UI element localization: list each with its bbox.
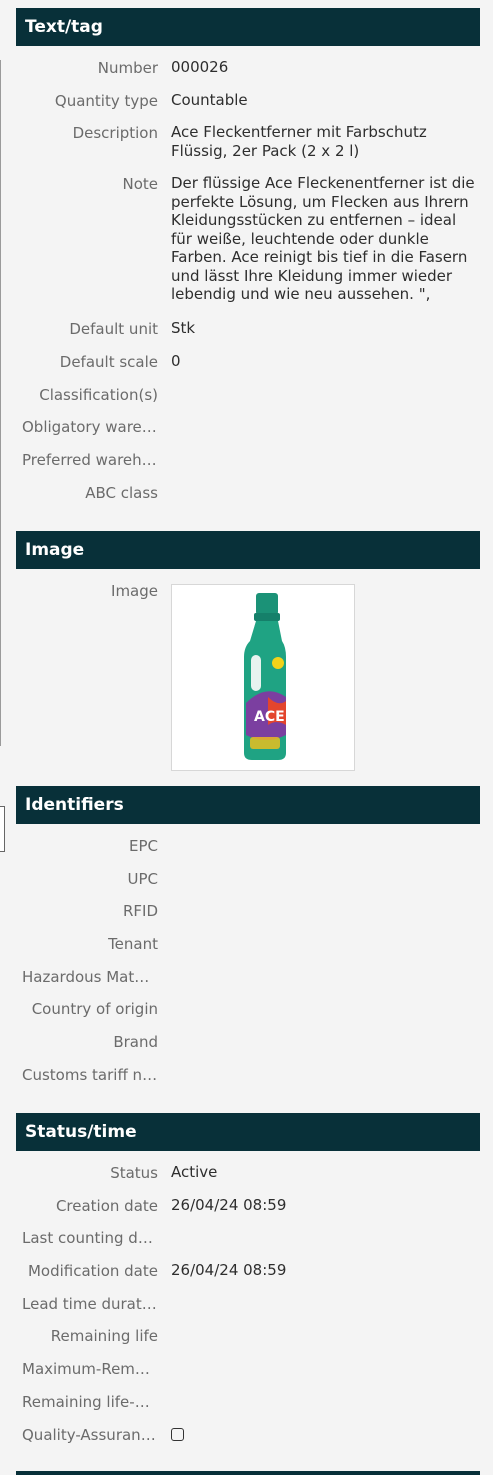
field-number: Number 000026 (16, 52, 480, 85)
field-remaining-life-unit: Remaining life-unit (16, 1386, 480, 1419)
field-label: Image (111, 582, 158, 600)
field-label: Quantity type (54, 91, 158, 110)
field-description: Description Ace Fleckentferner mit Farbs… (16, 117, 480, 168)
section-header-status-time: Status/time (16, 1113, 480, 1151)
field-obligatory-warehouse: Obligatory warehouse (16, 411, 480, 444)
field-default-scale: Default scale 0 (16, 346, 480, 379)
field-label: Default unit (69, 320, 158, 339)
field-label: Note (122, 175, 158, 194)
field-upc: UPC (16, 863, 480, 896)
field-status: Status Active (16, 1157, 480, 1190)
field-value[interactable]: Countable (171, 91, 480, 110)
field-label: EPC (129, 837, 158, 855)
next-section-header (16, 1471, 480, 1475)
field-label: Number (97, 59, 158, 77)
field-label: Customs tariff number (22, 1065, 158, 1084)
product-image[interactable]: ACE (171, 584, 355, 771)
field-label: Status (110, 1164, 158, 1182)
field-label: Last counting date (22, 1229, 158, 1248)
field-label: Maximum-Remaining life (22, 1360, 158, 1379)
field-epc: EPC (16, 830, 480, 863)
field-label: ABC class (85, 483, 158, 502)
field-label: Tenant (108, 935, 158, 954)
field-label: RFID (122, 902, 158, 921)
section-header-text-tag: Text/tag (16, 8, 480, 46)
field-label: Description (72, 124, 158, 143)
field-value (171, 1425, 480, 1446)
field-default-unit: Default unit Stk (16, 313, 480, 346)
field-country-of-origin: Country of origin (16, 993, 480, 1026)
field-value[interactable]: Active (171, 1163, 480, 1182)
field-label: Quality-Assurance (22, 1425, 158, 1444)
detergent-bottle-image: ACE (244, 593, 286, 760)
field-value[interactable]: 0 (171, 352, 480, 371)
field-value[interactable]: Ace Fleckentferner mit Farbschutz Flüssi… (171, 123, 480, 160)
field-label: Remaining life-unit (22, 1392, 158, 1411)
identifiers-section: Identifiers EPC UPC RFID Tenant Hazardou… (16, 786, 480, 1092)
field-label: UPC (127, 869, 159, 888)
field-value[interactable]: 26/04/24 08:59 (171, 1196, 480, 1215)
field-label: Obligatory warehouse (22, 418, 158, 437)
field-last-counting-date: Last counting date (16, 1222, 480, 1255)
field-label: Preferred warehouse (22, 451, 158, 470)
field-label: Creation date (55, 1196, 158, 1215)
status-time-section: Status/time Status Active Creation date … (16, 1113, 480, 1451)
field-maximum-remaining-life: Maximum-Remaining life (16, 1353, 480, 1386)
field-label: Classification(s) (39, 385, 158, 404)
image-section: Image Image ACE (16, 531, 480, 771)
field-customs-tariff: Customs tariff number (16, 1059, 480, 1092)
field-abc-class: ABC class (16, 477, 480, 510)
field-label: Lead time duration (22, 1294, 158, 1313)
field-classifications: Classification(s) (16, 379, 480, 412)
left-panel-edge (0, 60, 1, 746)
field-lead-time-duration: Lead time duration (16, 1288, 480, 1321)
field-remaining-life: Remaining life (16, 1320, 480, 1353)
field-modification-date: Modification date 26/04/24 08:59 (16, 1255, 480, 1288)
field-note: Note Der flüssige Ace Fleckenentferner i… (16, 168, 480, 313)
field-tenant: Tenant (16, 928, 480, 961)
section-header-identifiers: Identifiers (16, 786, 480, 824)
field-value[interactable]: Der flüssige Ace Fleckenentferner ist di… (171, 174, 480, 304)
field-value[interactable]: 000026 (171, 58, 480, 77)
field-preferred-warehouse: Preferred warehouse (16, 444, 480, 477)
field-label: Hazardous Materials (22, 967, 158, 986)
field-quality-assurance: Quality-Assurance (16, 1419, 480, 1452)
quality-assurance-checkbox[interactable] (171, 1427, 184, 1441)
field-label: Country of origin (31, 1000, 158, 1019)
field-hazardous-materials: Hazardous Materials (16, 961, 480, 994)
field-value[interactable]: Stk (171, 319, 480, 338)
field-value[interactable]: 26/04/24 08:59 (171, 1261, 480, 1280)
bottle-brand-label: ACE (254, 709, 285, 725)
field-brand: Brand (16, 1026, 480, 1059)
field-label: Brand (113, 1033, 158, 1052)
section-header-image: Image (16, 531, 480, 569)
text-tag-section: Text/tag Number 000026 Quantity type Cou… (16, 8, 480, 510)
field-label: Default scale (59, 353, 158, 372)
field-label: Remaining life (50, 1327, 158, 1346)
field-rfid: RFID (16, 895, 480, 928)
left-panel-tab[interactable] (0, 806, 5, 852)
field-quantity-type: Quantity type Countable (16, 85, 480, 118)
field-label: Modification date (27, 1262, 158, 1281)
field-creation-date: Creation date 26/04/24 08:59 (16, 1190, 480, 1223)
